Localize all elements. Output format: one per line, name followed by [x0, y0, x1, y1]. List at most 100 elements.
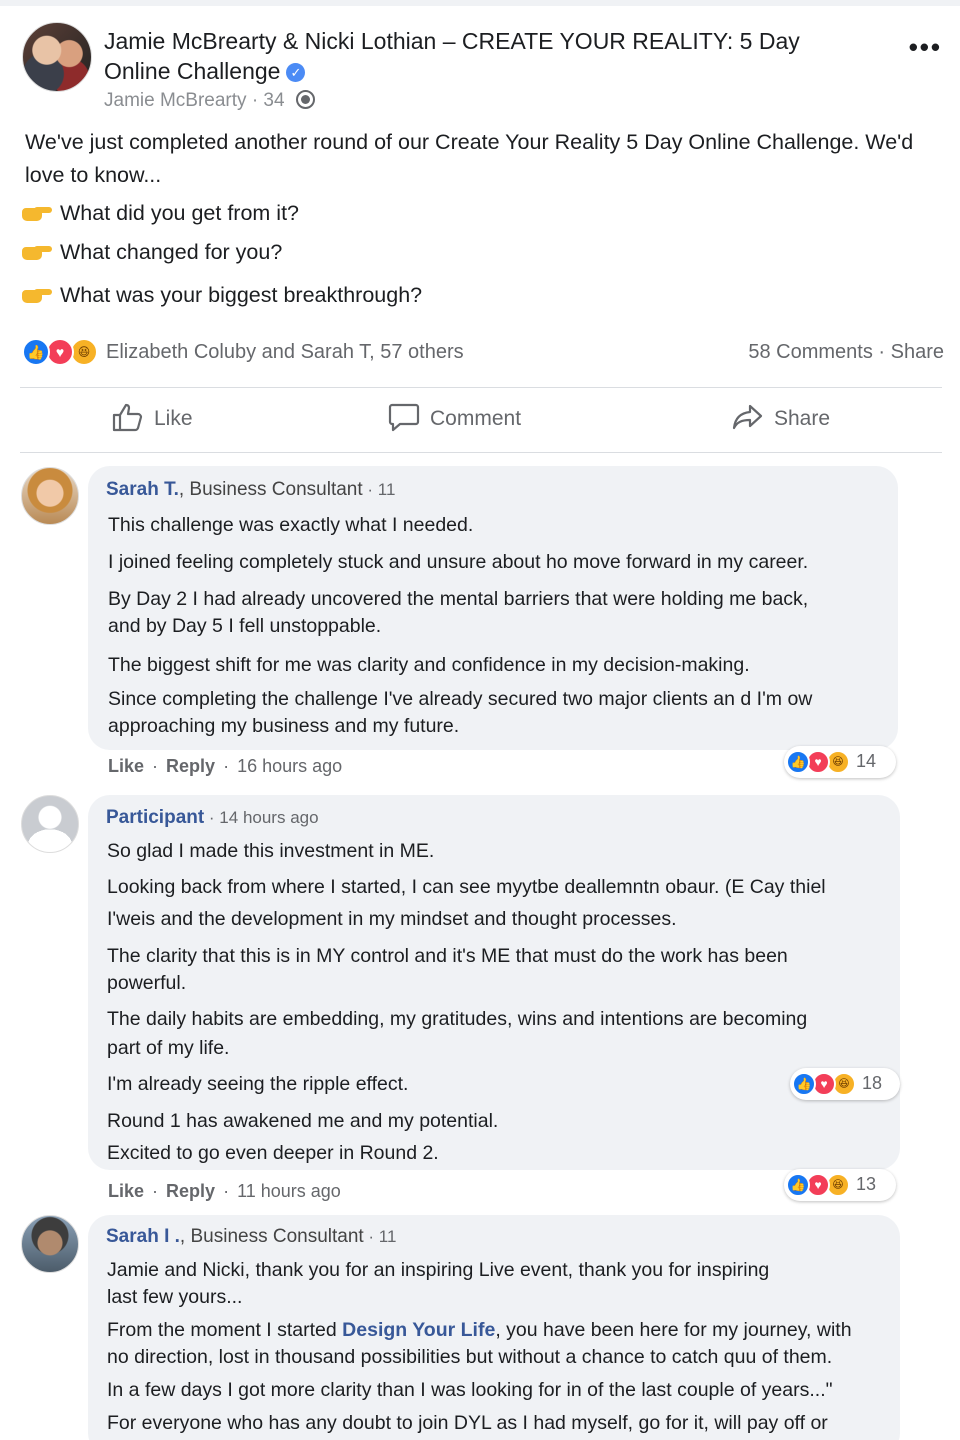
- comment-text: In a few days I got more clarity than I …: [107, 1379, 833, 1401]
- action-dot: ·: [223, 756, 230, 776]
- comment-text: and by Day 5 I fell unstoppable.: [108, 615, 382, 637]
- comments-count[interactable]: 58 Comments: [748, 341, 873, 363]
- comment-bubble-icon: [388, 403, 420, 432]
- top-separator: [0, 0, 960, 6]
- reaction-names[interactable]: Elizabeth Coluby and Sarah T, 57 others: [106, 341, 464, 364]
- comment-meta: · 14 hours ago: [204, 808, 319, 827]
- comment-text: Round 1 has awakened me and my potential…: [107, 1110, 499, 1132]
- share-button[interactable]: Share: [732, 402, 830, 432]
- comment-actions: Like · Reply · 16 hours ago: [108, 756, 342, 777]
- comment-label: Comment: [430, 407, 522, 430]
- love-reaction-icon: ♥: [46, 338, 74, 366]
- pointing-finger-icon: [22, 286, 52, 304]
- commenter-name[interactable]: Participant: [106, 807, 204, 828]
- share-label: Share: [774, 407, 831, 430]
- commenter-role: , Business Consultant: [179, 1226, 364, 1247]
- comment-text: Excited to go even deeper in Round 2.: [107, 1142, 439, 1164]
- comment-text: part of my life.: [107, 1037, 230, 1059]
- like-button[interactable]: Like: [112, 402, 193, 432]
- comment-text: For everyone who has any doubt to join D…: [107, 1412, 828, 1434]
- reaction-count: 18: [862, 1073, 883, 1093]
- pointing-finger-icon: [22, 243, 52, 261]
- question-text: What did you get from it?: [60, 201, 299, 225]
- comment-text: From the moment I started Design Your Li…: [107, 1317, 852, 1344]
- commenter-name[interactable]: Sarah I .: [106, 1226, 180, 1247]
- post-time[interactable]: 34: [263, 90, 284, 111]
- comment-reactions[interactable]: 👍 ♥ 😆 18: [790, 1068, 900, 1100]
- comment-time[interactable]: 16 hours ago: [237, 756, 342, 776]
- question-item: What changed for you?: [22, 240, 282, 265]
- comment-text: powerful.: [107, 972, 187, 994]
- comment-like-link[interactable]: Like: [108, 1181, 144, 1201]
- question-text: What was your biggest breakthrough?: [60, 283, 423, 307]
- action-dot: ·: [152, 756, 159, 776]
- post-title-text[interactable]: Jamie McBrearty & Nicki Lothian – CREATE…: [104, 28, 800, 84]
- post-header: Jamie McBrearty & Nicki Lothian – CREATE…: [22, 22, 942, 122]
- commenter-avatar[interactable]: [21, 1215, 79, 1273]
- comment-reactions[interactable]: 👍 ♥ 😆 14: [784, 746, 896, 778]
- comment-text: Looking back from where I started, I can…: [107, 876, 826, 898]
- commenter-name[interactable]: Sarah T.: [106, 479, 179, 500]
- share-link[interactable]: Share: [891, 341, 944, 363]
- commenter-role: , Business Consultant: [178, 479, 363, 500]
- post-action-bar: Like Comment Share: [20, 392, 942, 448]
- comment-header: Sarah T., Business Consultant · 11: [106, 479, 395, 501]
- comment-text: Since completing the challenge I've alre…: [108, 688, 813, 710]
- more-options-icon[interactable]: •••: [909, 32, 942, 63]
- action-dot: ·: [223, 1181, 230, 1201]
- comment-text: So glad I made this investment in ME.: [107, 840, 435, 862]
- thumbs-up-icon: [112, 403, 143, 432]
- comment-time[interactable]: 11 hours ago: [237, 1181, 341, 1201]
- byline-dot: ·: [251, 90, 264, 111]
- reaction-icons[interactable]: 👍 ♥ 😆: [22, 338, 102, 366]
- divider: [20, 452, 942, 453]
- post-body-text: We've just completed another round of ou…: [25, 130, 914, 187]
- verified-badge-icon: ✓: [286, 63, 306, 82]
- comment-text: Jamie and Nicki, thank you for an inspir…: [107, 1259, 770, 1281]
- page-avatar[interactable]: [22, 22, 92, 92]
- post-title[interactable]: Jamie McBrearty & Nicki Lothian – CREATE…: [104, 26, 844, 86]
- comment-text: The clarity that this is in MY control a…: [107, 945, 788, 967]
- reactions-summary: 👍 ♥ 😆 Elizabeth Coluby and Sarah T, 57 o…: [22, 336, 944, 370]
- like-reaction-icon: 👍: [792, 1072, 816, 1096]
- comment-text: no direction, lost in thousand possibili…: [107, 1346, 833, 1368]
- comment-reactions[interactable]: 👍 ♥ 😆 13: [784, 1169, 896, 1201]
- comment-header: Sarah I ., Business Consultant · 11: [106, 1226, 396, 1248]
- post-author[interactable]: Jamie McBrearty: [104, 90, 247, 111]
- comment-text: The biggest shift for me was clarity and…: [108, 654, 750, 676]
- question-item: What did you get from it?: [22, 201, 299, 226]
- comment-header: Participant · 14 hours ago: [106, 807, 319, 829]
- post-byline: Jamie McBrearty · 34: [104, 90, 315, 112]
- comment-text-segment: , you have been here for my journey, wit…: [495, 1319, 852, 1341]
- pointing-finger-icon: [22, 204, 52, 222]
- question-text: What changed for you?: [60, 240, 283, 264]
- divider: [20, 387, 942, 388]
- commenter-avatar[interactable]: [21, 795, 79, 853]
- comments-share-counts: 58 Comments · Share: [748, 341, 944, 364]
- comment-text: This challenge was exactly what I needed…: [108, 514, 474, 536]
- comment-button[interactable]: Comment: [388, 402, 521, 432]
- comment-reply-link[interactable]: Reply: [166, 1181, 215, 1201]
- reaction-count: 13: [856, 1174, 877, 1194]
- commenter-avatar[interactable]: [21, 467, 79, 525]
- comment-text: By Day 2 I had already uncovered the men…: [108, 588, 809, 610]
- comment-reply-link[interactable]: Reply: [166, 756, 215, 776]
- comment-text: last few yours...: [107, 1286, 243, 1308]
- action-dot: ·: [152, 1181, 159, 1201]
- comment-text: I joined feeling completely stuck and un…: [108, 551, 809, 573]
- like-reaction-icon: 👍: [786, 1173, 810, 1197]
- comment-like-link[interactable]: Like: [108, 756, 144, 776]
- comment-meta: · 11: [363, 1227, 397, 1246]
- comment-actions: Like · Reply · 11 hours ago: [108, 1181, 341, 1202]
- reaction-count: 14: [856, 751, 877, 771]
- like-reaction-icon: 👍: [786, 750, 810, 774]
- haha-reaction-icon: 😆: [70, 338, 98, 366]
- globe-icon: [295, 90, 315, 109]
- count-dot: ·: [878, 341, 891, 363]
- share-arrow-icon: [732, 404, 763, 430]
- comment-text: approaching my business and my future.: [108, 715, 460, 737]
- comment-meta: · 11: [362, 480, 396, 499]
- like-label: Like: [154, 407, 193, 430]
- question-item: What was your biggest breakthrough?: [22, 283, 422, 308]
- design-your-life-link[interactable]: Design Your Life: [342, 1319, 495, 1341]
